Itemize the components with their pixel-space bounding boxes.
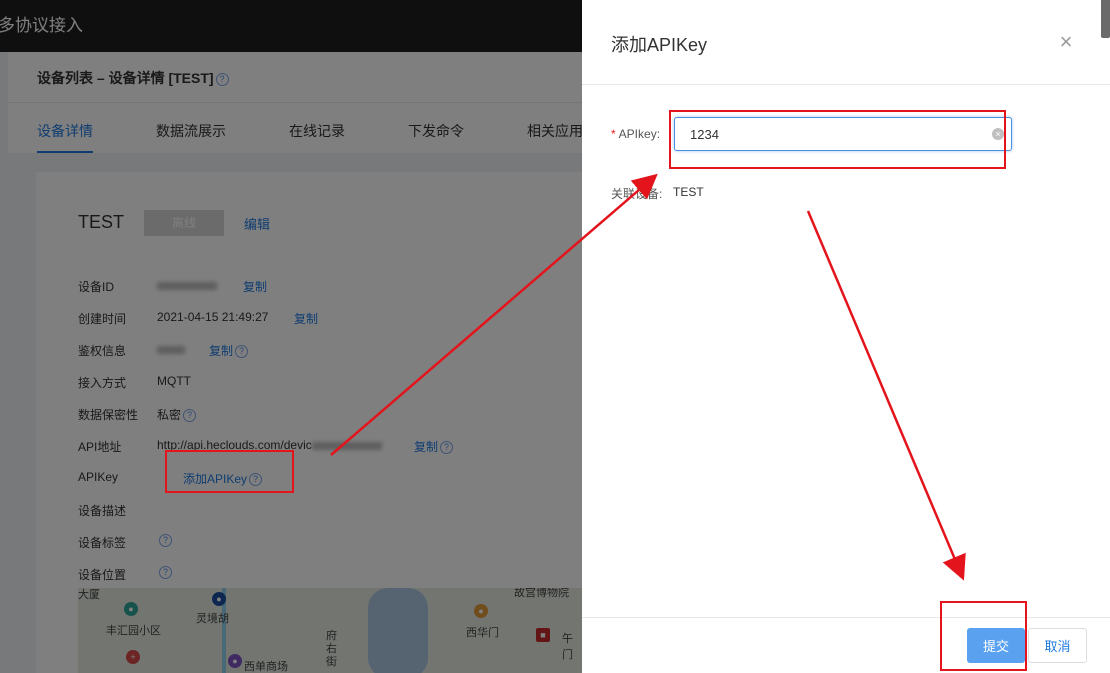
annotation-arrow xyxy=(806,210,966,581)
annotation-arrows xyxy=(330,173,966,581)
annotation-arrow xyxy=(330,173,658,456)
